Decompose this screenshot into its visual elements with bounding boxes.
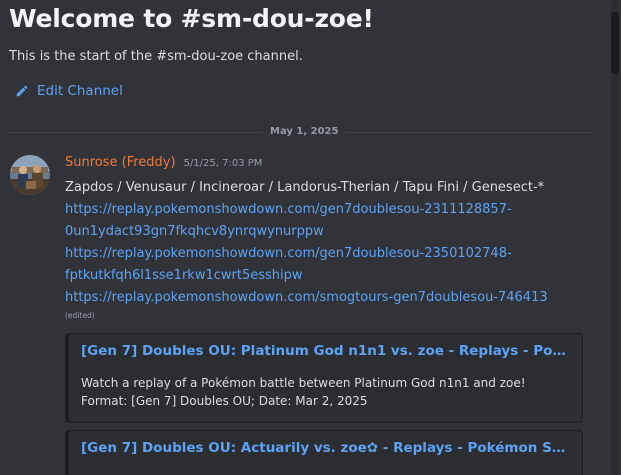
embed-title-link[interactable]: [Gen 7] Doubles OU: Platinum God n1n1 vs…	[81, 343, 571, 359]
message-author[interactable]: Sunrose (Freddy)	[65, 155, 176, 170]
channel-welcome-title: Welcome to #sm-dou-zoe!	[9, 4, 374, 33]
message-timestamp[interactable]: 5/1/25, 7:03 PM	[184, 158, 263, 169]
pencil-icon	[16, 85, 28, 97]
message-link[interactable]: fptkutkfqh6l1sse1rkw1cwrt5esshipw	[65, 265, 595, 287]
link-embed: [Gen 7] Doubles OU: Platinum God n1n1 vs…	[65, 333, 583, 423]
message-link[interactable]: https://replay.pokemonshowdown.com/gen7d…	[65, 199, 595, 221]
edit-channel-label: Edit Channel	[37, 83, 123, 99]
message-content: Zapdos / Venusaur / Incineroar / Landoru…	[65, 177, 595, 309]
message-link[interactable]: https://replay.pokemonshowdown.com/smogt…	[65, 287, 595, 309]
scrollbar-thumb[interactable]	[611, 12, 619, 74]
chat-messages-area: Welcome to #sm-dou-zoe! This is the star…	[0, 0, 621, 475]
channel-welcome-subtitle: This is the start of the #sm-dou-zoe cha…	[9, 49, 303, 64]
link-embed: [Gen 7] Doubles OU: Actuarily vs. zoe✿ -…	[65, 430, 583, 475]
edit-channel-button[interactable]: Edit Channel	[15, 83, 123, 99]
avatar[interactable]	[10, 155, 50, 195]
message-link[interactable]: https://replay.pokemonshowdown.com/gen7d…	[65, 243, 595, 265]
embed-title-link[interactable]: [Gen 7] Doubles OU: Actuarily vs. zoe✿ -…	[81, 440, 571, 456]
date-divider-label: May 1, 2025	[262, 126, 347, 137]
embed-description: Watch a replay of a Pokémon battle betwe…	[81, 376, 526, 408]
message-header: Sunrose (Freddy) 5/1/25, 7:03 PM	[65, 155, 595, 173]
avatar-image	[10, 155, 50, 195]
message-text: Zapdos / Venusaur / Incineroar / Landoru…	[65, 180, 545, 195]
edited-marker: (edited)	[65, 311, 95, 320]
message: Sunrose (Freddy) 5/1/25, 7:03 PM Zapdos …	[65, 155, 595, 323]
message-link[interactable]: 0un1ydact93gn7fkqhcv8ynrqwynurppw	[65, 221, 595, 243]
